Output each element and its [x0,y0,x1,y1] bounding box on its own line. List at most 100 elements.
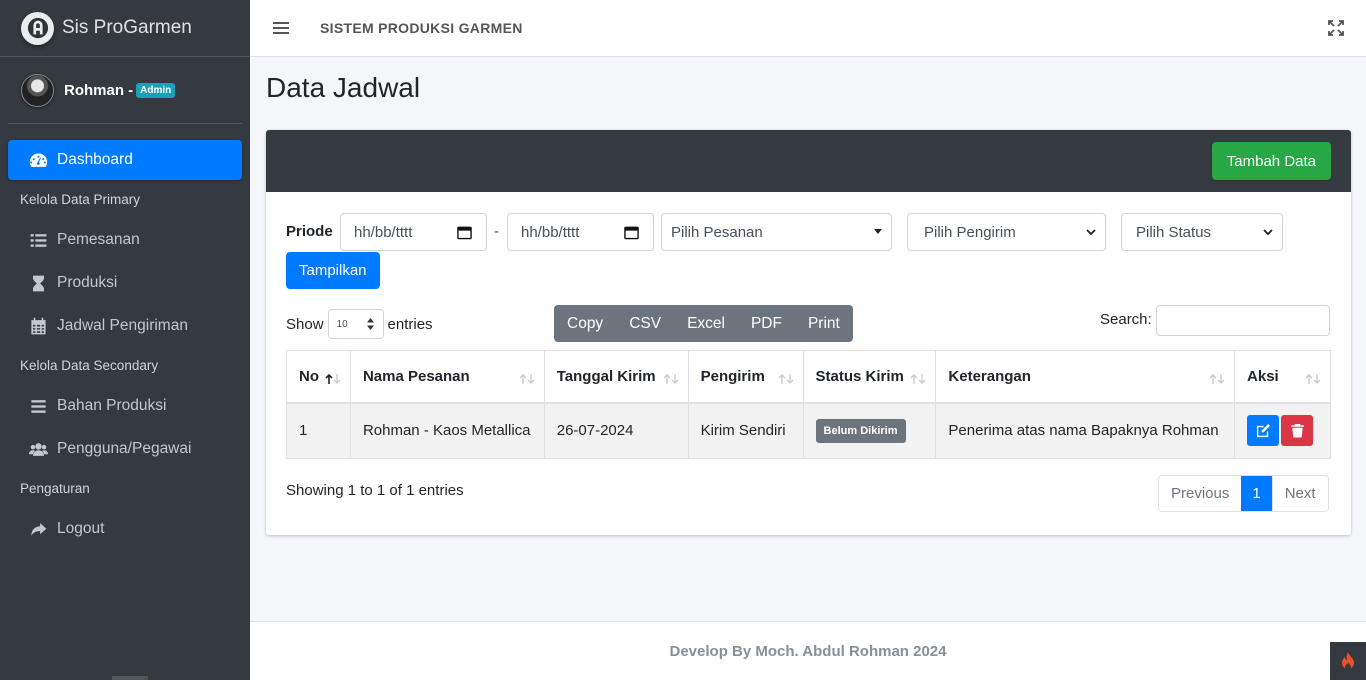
nav-header-secondary: Kelola Data Secondary [20,358,159,373]
sidebar-item-label: Logout [57,520,105,537]
user-panel[interactable]: Rohman - Admin [8,57,242,124]
sort-icon [778,374,794,384]
table-row: 1 Rohman - Kaos Metallica 26-07-2024 Kir… [286,402,1331,459]
avatar [21,73,54,107]
data-table: No Nama Pesanan Tanggal Kirim Pengirim S… [286,350,1331,459]
tachometer-icon [27,150,49,170]
sidebar-item-label: Pemesanan [57,231,140,248]
topbar: SISTEM PRODUKSI GARMEN [250,0,1366,57]
list-icon [27,230,49,250]
sidebar-item-label: Jadwal Pengiriman [57,317,188,334]
table-header-row: No Nama Pesanan Tanggal Kirim Pengirim S… [286,350,1331,404]
sidebar: Sis ProGarmen Rohman - Admin Dashboard Ke… [0,0,250,680]
users-icon [27,439,49,459]
cell-tanggal-kirim: 26-07-2024 [543,402,689,459]
sidebar-item-label: Bahan Produksi [57,397,167,414]
chevron-down-icon [1086,229,1096,236]
edit-button[interactable] [1247,415,1280,447]
page-length-select[interactable]: 10 [327,309,384,339]
sidebar-item-pemesanan[interactable]: Pemesanan [8,220,242,260]
print-button[interactable]: Print [795,305,853,342]
calendar-icon [27,316,49,336]
sidebar-item-produksi[interactable]: Produksi [8,263,242,303]
footer: Develop By Moch. Abdul Rohman 2024 [250,621,1366,680]
status-badge: Belum Dikirim [815,418,906,443]
start-date-input[interactable]: hh/bb/tttt [340,213,487,251]
csv-button[interactable]: CSV [616,305,674,342]
column-header-nama-pesanan[interactable]: Nama Pesanan [349,350,545,404]
brand-name: Sis ProGarmen [62,17,192,38]
sidebar-item-logout[interactable]: Logout [8,509,242,549]
column-header-pengirim[interactable]: Pengirim [687,350,804,404]
cell-nama-pesanan: Rohman - Kaos Metallica [349,402,545,459]
edit-icon [1256,424,1270,438]
sort-icon [1209,374,1225,384]
sidebar-item-bahan-produksi[interactable]: Bahan Produksi [8,386,242,426]
sidebar-item-label: Produksi [57,274,118,291]
sidebar-item-jadwal-pengiriman[interactable]: Jadwal Pengiriman [8,306,242,346]
calendar-picker-icon[interactable] [624,225,639,240]
column-header-aksi[interactable]: Aksi [1234,350,1331,404]
hourglass-icon [27,273,49,293]
search-input[interactable] [1156,305,1330,336]
sort-icon [519,374,535,384]
sort-icon [663,374,679,384]
previous-button[interactable]: Previous [1159,476,1241,511]
length-control: Show 10 entries [286,309,433,339]
fullscreen-icon[interactable] [1328,20,1344,36]
chevron-down-icon [1263,229,1273,236]
end-date-input[interactable]: hh/bb/tttt [507,213,654,251]
pengirim-select[interactable]: Pilih Pengirim [907,213,1106,251]
sort-icon [910,374,926,384]
column-header-no[interactable]: No [286,350,351,404]
sort-icon [1305,374,1321,384]
share-icon [27,519,49,539]
show-button[interactable]: Tampilkan [286,252,380,289]
pagination: Previous 1 Next [1158,475,1329,512]
caret-down-icon [874,229,882,234]
user-name: Rohman - Admin [64,82,176,99]
trash-icon [1290,424,1304,438]
cell-keterangan: Penerima atas nama Bapaknya Rohman [935,402,1236,459]
excel-button[interactable]: Excel [674,305,738,342]
delete-button[interactable] [1281,415,1314,447]
search-label: Search: [1100,311,1152,328]
sidebar-scrollbar[interactable] [112,676,148,680]
page-title: Data Jadwal [266,72,421,103]
copy-button[interactable]: Copy [554,305,616,342]
cell-status-kirim: Belum Dikirim [802,402,937,459]
sidebar-nav: Dashboard Kelola Data Primary Pemesanan … [0,140,250,549]
column-header-tanggal-kirim[interactable]: Tanggal Kirim [543,350,689,404]
next-button[interactable]: Next [1271,476,1328,511]
cell-no: 1 [286,402,351,459]
sidebar-item-dashboard[interactable]: Dashboard [8,140,242,180]
add-data-button[interactable]: Tambah Data [1211,142,1331,180]
table-info: Showing 1 to 1 of 1 entries [286,482,464,499]
brand-link[interactable]: Sis ProGarmen [0,0,250,57]
column-header-keterangan[interactable]: Keterangan [935,350,1236,404]
bars-icon [27,396,49,416]
export-buttons: Copy CSV Excel PDF Print [554,305,853,342]
column-header-status-kirim[interactable]: Status Kirim [802,350,937,404]
card-header: Tambah Data [266,130,1351,192]
sidebar-item-label: Dashboard [57,151,133,168]
page-1-button[interactable]: 1 [1241,476,1272,511]
menu-toggle-icon[interactable] [273,22,289,34]
pdf-button[interactable]: PDF [738,305,795,342]
status-select[interactable]: Pilih Status [1121,213,1283,251]
sort-asc-icon [325,373,341,384]
pesanan-select[interactable]: Pilih Pesanan [661,213,892,251]
nav-header-primary: Kelola Data Primary [20,192,141,207]
flame-icon[interactable] [1330,642,1366,680]
sidebar-item-pengguna[interactable]: Pengguna/Pegawai [8,429,242,469]
role-badge: Admin [136,82,176,98]
brand-logo-icon [21,11,54,45]
period-label: Priode [286,223,333,240]
sidebar-item-label: Pengguna/Pegawai [57,440,192,457]
system-title: SISTEM PRODUKSI GARMEN [320,20,523,36]
footer-credit: Develop By Moch. Abdul Rohman 2024 [669,643,947,660]
calendar-picker-icon[interactable] [457,225,472,240]
cell-aksi [1234,402,1331,459]
sort-updown-icon [366,318,374,330]
cell-pengirim: Kirim Sendiri [687,402,804,459]
